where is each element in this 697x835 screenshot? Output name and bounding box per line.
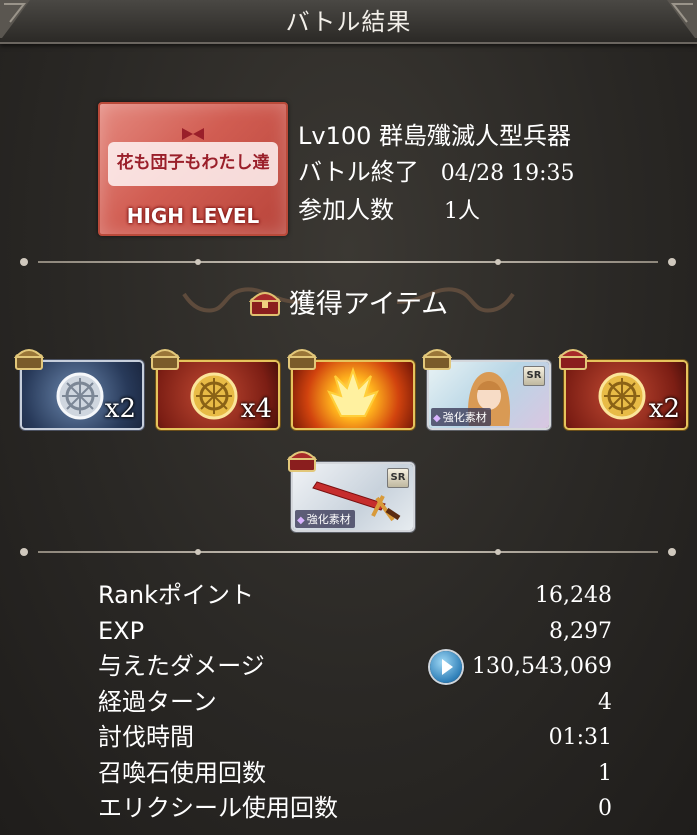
rarity-badge: SR [523, 366, 545, 386]
stat-row-rank-points: Rankポイント 16,248 [98, 578, 612, 614]
stat-row-elixir-uses: エリクシール使用回数 0 [98, 791, 612, 827]
item-quantity: x4 [240, 394, 272, 424]
event-logo: 花も団子もわたし達 [116, 153, 270, 173]
stat-label: 経過ターン [98, 687, 217, 716]
treasure-chest-icon [422, 349, 452, 370]
stat-row-damage: 与えたダメージ 130,543,069 [98, 649, 612, 685]
stat-value: 16,248 [535, 583, 612, 608]
battle-stats: Rankポイント 16,248 EXP 8,297 与えたダメージ 130,54… [98, 578, 612, 827]
page-title: バトル結果 [285, 8, 412, 36]
stat-label: 討伐時間 [98, 723, 194, 751]
reward-item-gold-medal[interactable]: x2 [566, 362, 686, 428]
stat-row-summon-uses: 召喚石使用回数 1 [98, 756, 612, 792]
stat-value: 0 [598, 796, 612, 821]
stat-label: 与えたダメージ [98, 652, 265, 680]
ornament-divider [18, 256, 678, 268]
ornament-divider [18, 546, 678, 558]
enhancement-material-tag: 強化素材 [295, 510, 355, 528]
play-damage-button[interactable] [430, 651, 462, 683]
treasure-chest-icon [150, 349, 180, 370]
stat-value: 8,297 [549, 618, 612, 644]
gold-medal-icon [190, 372, 238, 420]
battle-end-datetime: 04/28 19:35 [440, 161, 575, 186]
stat-row-clear-time: 討伐時間 01:31 [98, 720, 612, 756]
stat-label: エリクシール使用回数 [98, 794, 338, 822]
battle-end-row: バトル終了 04/28 19:35 [298, 154, 575, 192]
participants-row: 参加人数 1人 [298, 192, 575, 230]
stat-row-exp: EXP 8,297 [98, 614, 612, 650]
title-bar: バトル結果 [0, 0, 697, 44]
difficulty-label: HIGH LEVEL [126, 204, 260, 228]
battle-end-label: バトル終了 [298, 158, 419, 186]
treasure-chest-icon [287, 451, 317, 472]
reward-item-weapon-sr[interactable]: SR 強化素材 [293, 464, 413, 530]
stat-row-turns: 経過ターン 4 [98, 685, 612, 721]
stat-value: 4 [598, 689, 612, 715]
stat-label: 召喚石使用回数 [98, 758, 266, 787]
items-header: 獲得アイテム [0, 282, 697, 321]
gold-medal-icon [598, 372, 646, 420]
ribbon-icon [182, 128, 204, 140]
enhancement-material-tag: 強化素材 [431, 408, 491, 426]
item-quantity: x2 [104, 394, 136, 424]
corner-ornament-right [667, 0, 697, 38]
rarity-badge: SR [387, 468, 409, 488]
stat-value: 01:31 [548, 725, 612, 750]
quest-thumbnail: 花も団子もわたし達 HIGH LEVEL [98, 102, 288, 236]
items-title: 獲得アイテム [288, 289, 449, 320]
participants-label: 参加人数 [298, 196, 394, 224]
stat-value: 1 [598, 760, 612, 786]
item-quantity: x2 [648, 394, 680, 424]
treasure-chest-icon [287, 349, 317, 370]
stat-value: 130,543,069 [472, 654, 612, 679]
treasure-chest-icon [14, 349, 44, 370]
reward-item-character-sr[interactable]: SR 強化素材 [429, 362, 549, 428]
reward-item-fire-crystal[interactable] [293, 362, 413, 428]
treasure-chest-icon [558, 349, 588, 370]
quest-name: Lv100 群島殲滅人型兵器 [298, 122, 572, 150]
stat-label: Rankポイント [98, 581, 254, 609]
battle-info: Lv100 群島殲滅人型兵器 バトル終了 04/28 19:35 参加人数 1人 [298, 118, 575, 230]
treasure-chest-icon [248, 291, 281, 316]
silver-medal-icon [56, 372, 104, 420]
reward-item-silver-medal[interactable]: x2 [22, 362, 142, 428]
crystal-icon [327, 366, 379, 417]
reward-item-gold-medal[interactable]: x4 [158, 362, 278, 428]
stat-label: EXP [98, 616, 145, 645]
participants-value: 1人 [444, 199, 480, 224]
